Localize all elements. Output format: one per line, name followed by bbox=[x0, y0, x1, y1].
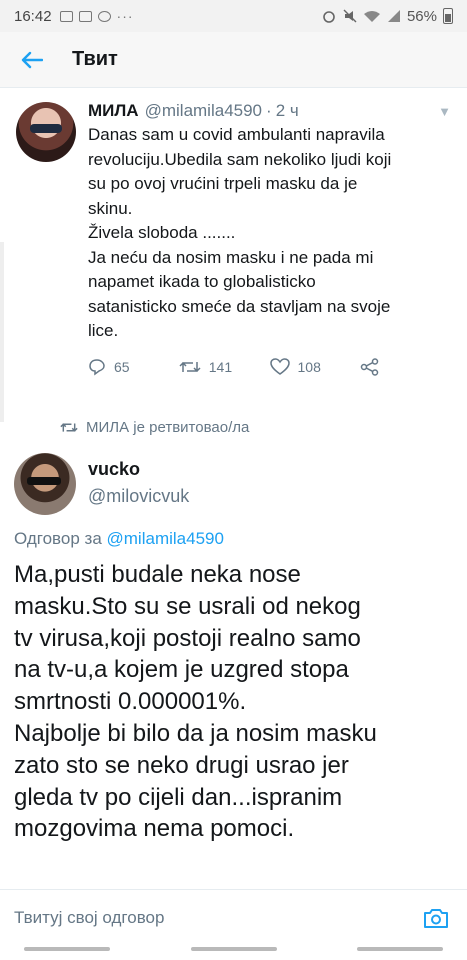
separator: · bbox=[266, 101, 272, 120]
share-icon bbox=[361, 357, 379, 376]
tweet-text-line: lice. bbox=[88, 321, 119, 340]
tweet-text-line: Živela sloboda ....... bbox=[88, 223, 236, 242]
reply-input[interactable]: Твитуј свој одговор bbox=[14, 908, 419, 928]
tweet-text-line: su po ovoj vrućini trpeli masku da je bbox=[88, 174, 358, 193]
author-handle[interactable]: @milovicvuk bbox=[88, 486, 189, 507]
retweet-notice: МИЛА је ретвитовао/ла bbox=[60, 419, 249, 436]
tweet-text-line: smrtnosti 0.000001%. bbox=[14, 688, 247, 716]
mute-icon bbox=[343, 9, 357, 23]
tweet-text-line: satanisticko smeće da stavljam na svoje bbox=[88, 296, 391, 316]
status-system-icons: 56% bbox=[321, 8, 453, 25]
app-bar: Твит bbox=[0, 32, 467, 88]
reply-to: Одговор за @milamila4590 bbox=[14, 529, 224, 549]
avatar-sunglasses bbox=[27, 477, 61, 485]
avatar-glasses bbox=[30, 124, 62, 133]
like-button[interactable]: 108 bbox=[269, 357, 361, 376]
quoted-tweet[interactable]: МИЛА @milamila4590 · 2 ч ▼ Danas sam u c… bbox=[0, 88, 467, 376]
tweet-text-line: Najbolje bi bilo da ja nosim masku bbox=[14, 719, 377, 747]
avatar[interactable] bbox=[16, 102, 76, 162]
page-title: Твит bbox=[72, 48, 118, 70]
author-name[interactable]: МИЛА bbox=[88, 100, 139, 122]
tweet-text-line: tv virusa,koji postoji realno samo bbox=[14, 624, 361, 652]
tweet-text-line: gleda tv po cijeli dan...ispranim bbox=[14, 783, 343, 811]
status-notification-icons: ··· bbox=[59, 8, 134, 24]
tweet-text-line: na tv-u,a kojem je uzgred stopa bbox=[14, 656, 349, 684]
tweet-text-line: zato sto se neko drugi usrao jer bbox=[14, 751, 349, 779]
tweet-text-line: Danas sam u covid ambulanti napravila bbox=[88, 125, 385, 144]
message-icon bbox=[59, 10, 73, 22]
nav-segment[interactable] bbox=[190, 947, 277, 951]
nav-segment[interactable] bbox=[357, 947, 443, 951]
system-nav-bar bbox=[0, 945, 467, 960]
author-handle[interactable]: @milamila4590 bbox=[145, 100, 262, 122]
tweet-text-line: napamet ikada to globalisticko bbox=[88, 272, 316, 291]
retweet-button[interactable]: 141 bbox=[179, 359, 270, 375]
reply-icon bbox=[89, 358, 105, 375]
chevron-down-icon[interactable]: ▼ bbox=[438, 101, 451, 123]
tweet-text: Ma,pusti budale neka nose masku.Sto su s… bbox=[14, 559, 459, 845]
tweet-actions: 65 141 108 bbox=[88, 357, 451, 376]
tweet-text-line: masku.Sto su se usrali od nekog bbox=[14, 592, 361, 620]
tweet-text-line: mozgovima nema pomoci. bbox=[14, 815, 295, 843]
camera-button[interactable] bbox=[419, 901, 453, 935]
reply-to-prefix: Одговор за bbox=[14, 529, 102, 548]
retweet-count: 141 bbox=[208, 358, 233, 375]
reply-button[interactable]: 65 bbox=[88, 358, 179, 376]
tweet-text-line: revoluciju.Ubedila sam nekoliko ljudi ko… bbox=[88, 149, 392, 169]
image-icon bbox=[78, 10, 92, 22]
status-time: 16:42 bbox=[14, 7, 52, 25]
author-name[interactable]: vucko bbox=[88, 459, 140, 480]
nav-segment[interactable] bbox=[24, 947, 110, 951]
signal-icon bbox=[387, 10, 400, 22]
reply-composer: Твитуј свој одговор bbox=[0, 889, 467, 945]
battery-percent: 56% bbox=[406, 7, 437, 25]
tweet-text: Danas sam u covid ambulanti napravila re… bbox=[88, 123, 451, 344]
retweet-icon bbox=[60, 423, 78, 432]
battery-icon bbox=[443, 8, 453, 24]
share-button[interactable] bbox=[360, 357, 451, 376]
heart-icon bbox=[269, 357, 290, 375]
retweet-notice-text: МИЛА је ретвитовао/ла bbox=[86, 419, 250, 436]
tweet-body: МИЛА @milamila4590 · 2 ч ▼ Danas sam u c… bbox=[88, 100, 451, 376]
arrow-left-icon bbox=[21, 51, 43, 68]
tweet-time: 2 ч bbox=[275, 101, 299, 120]
status-bar: 16:42 ··· 56% bbox=[0, 0, 467, 32]
avatar[interactable] bbox=[14, 453, 76, 515]
tweet-text-line: skinu. bbox=[88, 198, 133, 218]
facebook-icon bbox=[97, 10, 111, 22]
camera-icon bbox=[424, 908, 448, 928]
retweet-icon bbox=[179, 361, 201, 372]
tweet-header: МИЛА @milamila4590 · 2 ч ▼ bbox=[88, 100, 451, 123]
wifi-icon bbox=[363, 11, 380, 22]
reply-to-handle[interactable]: @milamila4590 bbox=[107, 529, 224, 548]
more-dots-icon: ··· bbox=[116, 8, 134, 24]
tweet-text-line: Ja neću da nosim masku i ne pada mi bbox=[88, 247, 374, 267]
back-button[interactable] bbox=[0, 32, 64, 88]
alarm-icon bbox=[323, 11, 335, 23]
reply-count: 65 bbox=[114, 358, 130, 375]
like-count: 108 bbox=[297, 358, 321, 375]
tweet-text-line: Ma,pusti budale neka nose bbox=[14, 561, 301, 588]
